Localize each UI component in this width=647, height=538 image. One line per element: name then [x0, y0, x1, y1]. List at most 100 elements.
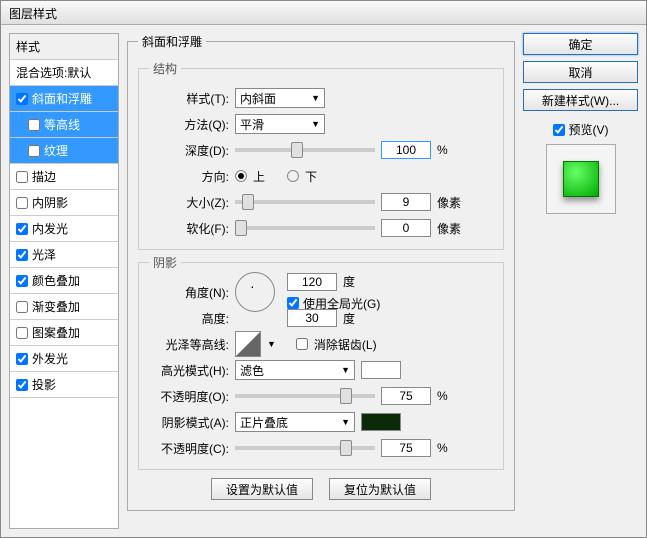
altitude-label: 高度:	[149, 310, 229, 327]
sidebar-item-label: 渐变叠加	[32, 298, 80, 315]
layer-style-dialog: 图层样式 样式 混合选项:默认斜面和浮雕等高线纹理描边内阴影内发光光泽颜色叠加渐…	[0, 0, 647, 538]
soften-value[interactable]: 0	[381, 219, 431, 237]
cancel-button[interactable]: 取消	[523, 61, 638, 83]
size-unit: 像素	[437, 194, 467, 211]
soften-slider[interactable]	[235, 226, 375, 230]
antialias-checkbox[interactable]	[296, 338, 308, 350]
panel-title: 斜面和浮雕	[138, 33, 206, 50]
gloss-label: 光泽等高线:	[149, 336, 229, 353]
altitude-unit: 度	[343, 310, 355, 327]
sidebar-item-12[interactable]: 投影	[10, 372, 118, 398]
sidebar-item-label: 图案叠加	[32, 324, 80, 341]
sidebar-item-label: 等高线	[44, 116, 80, 133]
sidebar-item-label: 光泽	[32, 246, 56, 263]
highlight-mode-select[interactable]: 滤色▼	[235, 360, 355, 380]
sidebar-checkbox[interactable]	[16, 275, 28, 287]
chevron-down-icon: ▼	[341, 365, 350, 375]
opacity-unit: %	[437, 389, 467, 403]
preview-label: 预览(V)	[569, 121, 609, 138]
sidebar-checkbox[interactable]	[16, 171, 28, 183]
sidebar-checkbox[interactable]	[16, 327, 28, 339]
sidebar-item-11[interactable]: 外发光	[10, 346, 118, 372]
shadow-mode-select[interactable]: 正片叠底▼	[235, 412, 355, 432]
sidebar-item-label: 颜色叠加	[32, 272, 80, 289]
shadow-color-swatch[interactable]	[361, 413, 401, 431]
opacity-unit2: %	[437, 441, 467, 455]
shadow-opacity-value[interactable]: 75	[381, 439, 431, 457]
sidebar-item-label: 纹理	[44, 142, 68, 159]
style-select[interactable]: 内斜面▼	[235, 88, 325, 108]
structure-group: 结构 样式(T): 内斜面▼ 方法(Q): 平滑▼ 深度(D): 100 %	[138, 60, 504, 250]
angle-wheel[interactable]	[235, 272, 275, 312]
sidebar-checkbox[interactable]	[16, 301, 28, 313]
ok-button[interactable]: 确定	[523, 33, 638, 55]
global-light-checkbox[interactable]	[287, 297, 299, 309]
angle-unit: 度	[343, 273, 355, 290]
direction-down-radio[interactable]	[287, 170, 299, 182]
sidebar-item-3[interactable]: 纹理	[10, 138, 118, 164]
sidebar-item-label: 描边	[32, 168, 56, 185]
depth-unit: %	[437, 143, 467, 157]
method-label: 方法(Q):	[149, 116, 229, 133]
depth-slider[interactable]	[235, 148, 375, 152]
sidebar-item-2[interactable]: 等高线	[10, 112, 118, 138]
sidebar-item-8[interactable]: 颜色叠加	[10, 268, 118, 294]
method-select[interactable]: 平滑▼	[235, 114, 325, 134]
chevron-down-icon: ▼	[311, 93, 320, 103]
highlight-mode-label: 高光模式(H):	[149, 362, 229, 379]
structure-title: 结构	[149, 60, 181, 77]
chevron-down-icon: ▼	[341, 417, 350, 427]
sidebar-checkbox[interactable]	[28, 145, 40, 157]
sidebar-checkbox[interactable]	[28, 119, 40, 131]
sidebar-item-10[interactable]: 图案叠加	[10, 320, 118, 346]
size-value[interactable]: 9	[381, 193, 431, 211]
sidebar-checkbox[interactable]	[16, 379, 28, 391]
new-style-button[interactable]: 新建样式(W)...	[523, 89, 638, 111]
sidebar-checkbox[interactable]	[16, 353, 28, 365]
sidebar-item-label: 斜面和浮雕	[32, 90, 92, 107]
size-label: 大小(Z):	[149, 194, 229, 211]
shadow-opacity-slider[interactable]	[235, 446, 375, 450]
soften-label: 软化(F):	[149, 220, 229, 237]
highlight-color-swatch[interactable]	[361, 361, 401, 379]
sidebar-item-label: 内发光	[32, 220, 68, 237]
sidebar-item-1[interactable]: 斜面和浮雕	[10, 86, 118, 112]
sidebar-item-label: 投影	[32, 376, 56, 393]
sidebar-item-9[interactable]: 渐变叠加	[10, 294, 118, 320]
sidebar-item-0[interactable]: 混合选项:默认	[10, 60, 118, 86]
angle-label: 角度(N):	[149, 284, 229, 301]
antialias-label: 消除锯齿(L)	[314, 336, 377, 353]
preview-checkbox[interactable]	[553, 124, 565, 136]
sidebar-checkbox[interactable]	[16, 223, 28, 235]
highlight-opacity-value[interactable]: 75	[381, 387, 431, 405]
depth-value[interactable]: 100	[381, 141, 431, 159]
sidebar-header: 样式	[10, 34, 118, 60]
reset-default-button[interactable]: 复位为默认值	[329, 478, 431, 500]
depth-label: 深度(D):	[149, 142, 229, 159]
chevron-down-icon[interactable]: ▼	[267, 339, 276, 349]
sidebar-item-4[interactable]: 描边	[10, 164, 118, 190]
titlebar[interactable]: 图层样式	[1, 1, 646, 25]
right-column: 确定 取消 新建样式(W)... 预览(V)	[523, 33, 638, 529]
styles-sidebar: 样式 混合选项:默认斜面和浮雕等高线纹理描边内阴影内发光光泽颜色叠加渐变叠加图案…	[9, 33, 119, 529]
direction-up-radio[interactable]	[235, 170, 247, 182]
sidebar-checkbox[interactable]	[16, 197, 28, 209]
shading-group: 阴影 角度(N): 120 度 使用全局光(G)	[138, 254, 504, 470]
sidebar-item-7[interactable]: 光泽	[10, 242, 118, 268]
sidebar-checkbox[interactable]	[16, 249, 28, 261]
highlight-opacity-slider[interactable]	[235, 394, 375, 398]
shading-title: 阴影	[149, 254, 181, 271]
set-default-button[interactable]: 设置为默认值	[211, 478, 313, 500]
preview-swatch	[563, 161, 599, 197]
direction-label: 方向:	[149, 168, 229, 185]
sidebar-item-5[interactable]: 内阴影	[10, 190, 118, 216]
sidebar-checkbox[interactable]	[16, 93, 28, 105]
altitude-value[interactable]: 30	[287, 309, 337, 327]
gloss-contour[interactable]	[235, 331, 261, 357]
sidebar-item-6[interactable]: 内发光	[10, 216, 118, 242]
bevel-emboss-panel: 斜面和浮雕 结构 样式(T): 内斜面▼ 方法(Q): 平滑▼ 深度(D): 1	[127, 33, 515, 511]
window-title: 图层样式	[9, 7, 57, 21]
size-slider[interactable]	[235, 200, 375, 204]
angle-value[interactable]: 120	[287, 273, 337, 291]
preview-box	[546, 144, 616, 214]
